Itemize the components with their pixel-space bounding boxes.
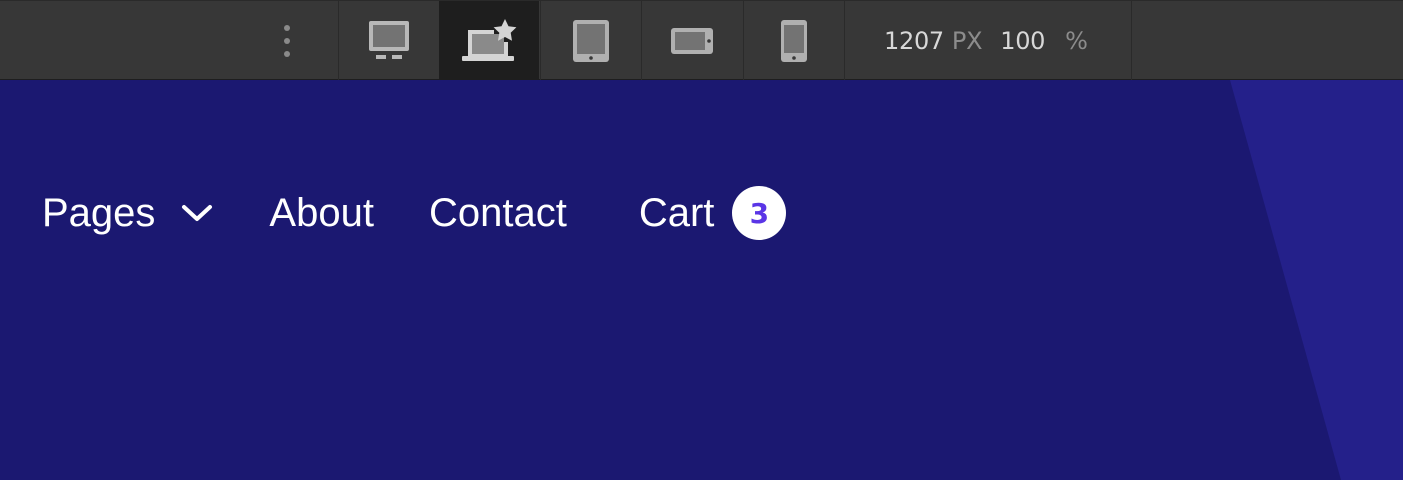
laptop-star-icon bbox=[462, 18, 517, 61]
background-accent-shape bbox=[1230, 80, 1403, 480]
desktop-icon bbox=[369, 20, 409, 59]
tablet-landscape-icon bbox=[671, 27, 713, 54]
width-value[interactable]: 1207 bbox=[884, 27, 944, 55]
nav-link-contact[interactable]: Contact bbox=[429, 191, 567, 236]
zoom-value[interactable]: 100 bbox=[1000, 27, 1045, 55]
nav-pages-dropdown[interactable]: Pages bbox=[42, 191, 213, 236]
cart-count-badge: 3 bbox=[732, 186, 787, 240]
nav-link-about[interactable]: About bbox=[269, 191, 374, 236]
site-navigation: Pages About Contact Cart 3 bbox=[42, 186, 787, 240]
more-options-icon[interactable] bbox=[275, 23, 299, 59]
desktop-view-button[interactable] bbox=[339, 1, 439, 80]
nav-pages-label: Pages bbox=[42, 190, 156, 235]
toolbar-divider bbox=[1131, 1, 1132, 80]
width-unit: PX bbox=[951, 27, 983, 55]
nav-cart-button[interactable]: Cart 3 bbox=[639, 186, 787, 240]
tablet-portrait-view-button[interactable] bbox=[541, 1, 641, 80]
viewport-size-readout: 1207 PX 100 % bbox=[884, 25, 1088, 57]
toolbar-divider bbox=[844, 1, 845, 80]
chevron-down-icon bbox=[182, 205, 213, 221]
nav-cart-label: Cart bbox=[638, 190, 715, 235]
laptop-view-button[interactable] bbox=[439, 1, 539, 80]
device-toolbar: 1207 PX 100 % bbox=[0, 0, 1403, 80]
nav-contact-label: Contact bbox=[428, 190, 567, 235]
phone-icon bbox=[781, 19, 807, 62]
nav-about-label: About bbox=[269, 190, 374, 235]
page-preview-canvas: Pages About Contact Cart 3 bbox=[0, 80, 1403, 480]
tablet-portrait-icon bbox=[573, 19, 609, 62]
phone-view-button[interactable] bbox=[744, 1, 844, 80]
zoom-unit: % bbox=[1065, 27, 1088, 55]
tablet-landscape-view-button[interactable] bbox=[642, 1, 742, 80]
